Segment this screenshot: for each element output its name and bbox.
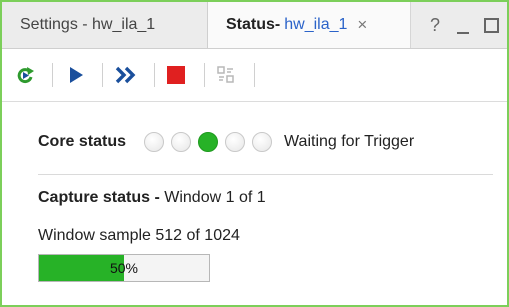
- run-trigger-button[interactable]: [60, 59, 92, 91]
- status-led: [171, 132, 192, 152]
- status-led: [144, 132, 165, 152]
- status-led: [198, 132, 219, 152]
- core-status-text: Waiting for Trigger: [284, 133, 415, 150]
- tab-status-target: hw_ila_1: [284, 16, 348, 33]
- ila-status-panel: Settings - hw_ila_1 Status - hw_ila_1 × …: [0, 0, 509, 307]
- run-immediate-icon: [115, 66, 136, 84]
- auto-rerun-icon: [17, 67, 34, 84]
- core-status-label: Core status: [38, 133, 127, 150]
- auto-rerun-button[interactable]: [10, 59, 42, 91]
- run-trigger-icon: [70, 67, 83, 83]
- tab-status[interactable]: Status - hw_ila_1 ×: [208, 2, 411, 48]
- progress-label: 50%: [109, 260, 139, 276]
- capture-window-text: Window 1 of 1: [164, 189, 266, 206]
- help-button[interactable]: ?: [430, 2, 440, 48]
- minimize-button[interactable]: [457, 2, 473, 48]
- capture-disabled-icon: [217, 66, 234, 83]
- window-sample-text: Window sample 512 of 1024: [38, 227, 240, 244]
- capture-status-label: Capture status -: [38, 189, 160, 206]
- toolbar: [2, 49, 507, 102]
- tab-settings-label: Settings - hw_ila_1: [20, 16, 156, 33]
- minimize-icon: [457, 32, 469, 34]
- stop-icon: [167, 66, 185, 84]
- tab-bar: Settings - hw_ila_1 Status - hw_ila_1 × …: [2, 2, 507, 49]
- maximize-icon: [484, 18, 499, 33]
- tab-status-name: Status: [226, 16, 275, 33]
- tab-status-separator: -: [274, 16, 281, 33]
- capture-status-row: Capture status - Window 1 of 1: [38, 189, 266, 207]
- divider: [38, 174, 493, 175]
- maximize-button[interactable]: [484, 2, 500, 48]
- tab-settings[interactable]: Settings - hw_ila_1: [2, 2, 208, 48]
- status-led: [252, 132, 273, 152]
- close-tab-icon[interactable]: ×: [357, 15, 367, 35]
- capture-progress-bar: 50%: [38, 254, 210, 282]
- capture-button[interactable]: [210, 59, 242, 91]
- status-led: [225, 132, 246, 152]
- run-immediate-button[interactable]: [110, 59, 142, 91]
- stop-button[interactable]: [160, 59, 192, 91]
- core-status-row: Core status Waiting for Trigger: [38, 128, 498, 156]
